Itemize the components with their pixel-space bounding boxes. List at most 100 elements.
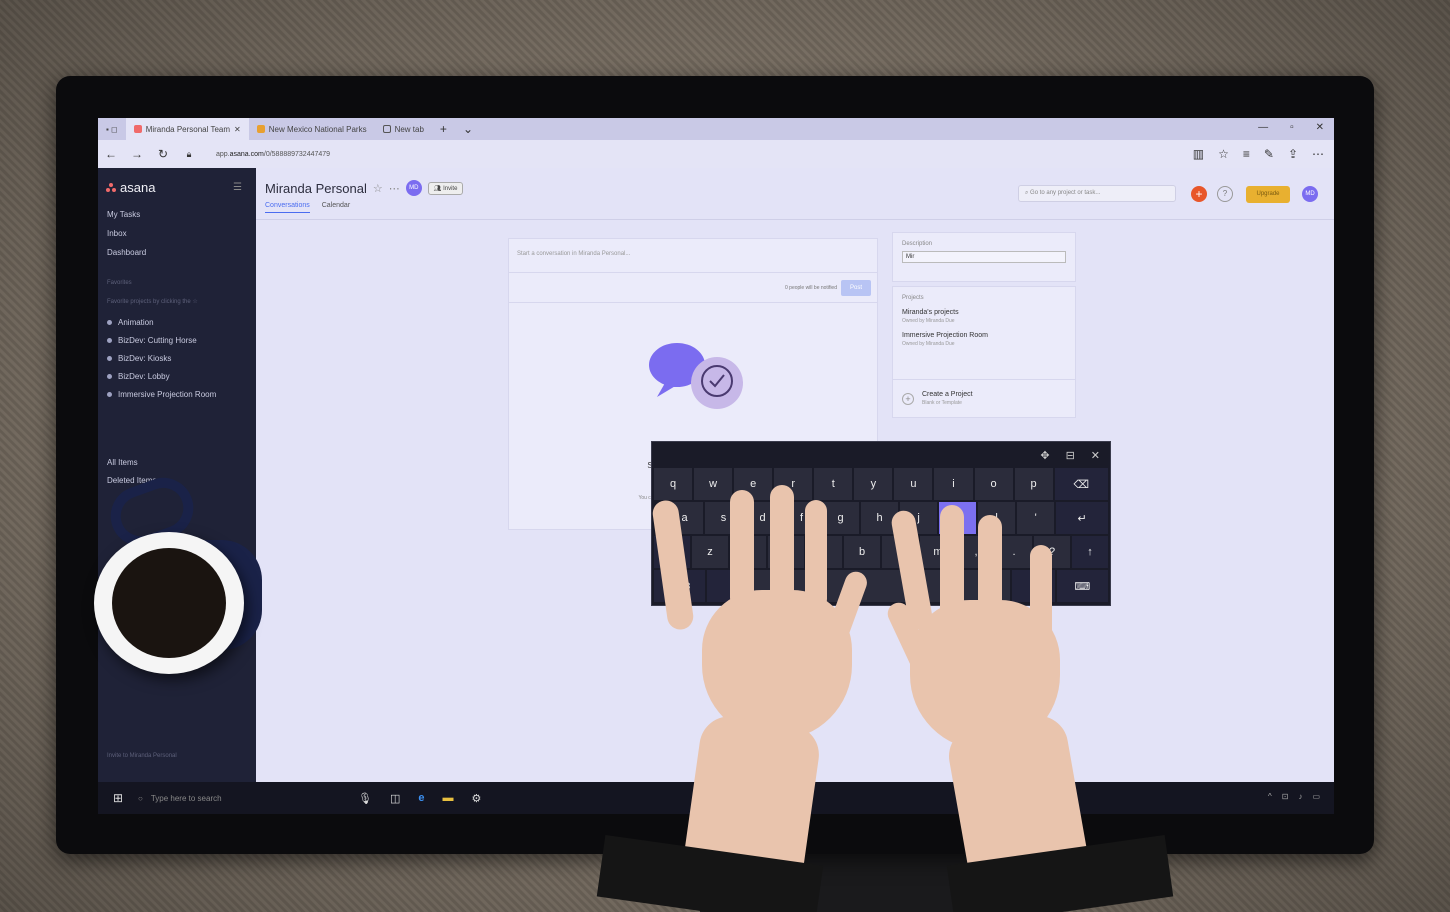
create-project-button[interactable]: + Create a Project Blank or Template [893, 379, 1075, 417]
close-window-icon[interactable]: ✕ [1316, 122, 1324, 133]
upgrade-button[interactable]: Upgrade [1246, 186, 1290, 203]
url-field[interactable]: app.asana.com/0/588889732447479 [216, 151, 330, 158]
sidebar-project[interactable]: BizDev: Kiosks [107, 354, 216, 363]
collapse-sidebar-icon[interactable]: ☰ [233, 182, 242, 193]
browser-tab-0[interactable]: Miranda Personal Team ✕ [125, 118, 249, 140]
taskbar-search[interactable]: ○ Type here to search [138, 794, 338, 803]
tab-conversations[interactable]: Conversations [265, 202, 310, 213]
key[interactable]: t [814, 468, 853, 500]
more-icon[interactable]: ⋯ [1312, 147, 1324, 161]
browser-tab-bar: ▪ ◻ Miranda Personal Team ✕ New Mexico N… [98, 118, 1334, 140]
keyboard-layout-key[interactable]: ⌨ [1056, 570, 1109, 602]
dock-keyboard-icon[interactable]: ⊟ [1066, 449, 1075, 462]
key[interactable]: i [934, 468, 973, 500]
enter-key[interactable]: ↵ [1056, 502, 1108, 534]
browser-menu-icon[interactable]: ▪ ◻ [98, 118, 126, 140]
parks-favicon-icon [256, 125, 265, 133]
close-tab-icon[interactable]: ✕ [234, 125, 241, 134]
cortana-circle-icon: ○ [138, 793, 143, 803]
minimize-icon[interactable]: — [1258, 122, 1268, 133]
member-avatar[interactable]: MD [405, 180, 422, 196]
help-icon[interactable]: ? [1217, 186, 1233, 202]
asana-logo[interactable]: asana [106, 180, 155, 195]
close-keyboard-icon[interactable]: ✕ [1091, 449, 1100, 462]
volume-icon[interactable]: ♪ [1298, 792, 1302, 801]
invite-button[interactable]: 👥︎ Invite [427, 181, 464, 195]
tab-label: Miranda Personal Team [145, 124, 231, 134]
reading-view-icon[interactable]: ▥ [1193, 147, 1204, 161]
browser-tab-1[interactable]: New Mexico National Parks [249, 118, 375, 140]
project-dot-icon [107, 338, 112, 343]
refresh-icon[interactable]: ↻ [150, 147, 176, 161]
notes-pen-icon[interactable]: ✎ [1264, 147, 1274, 161]
coffee-mug [94, 532, 244, 674]
key[interactable]: o [974, 468, 1013, 500]
maximize-icon[interactable]: ▫ [1290, 122, 1294, 133]
description-card: Description Mir [892, 232, 1076, 282]
tab-list-chevron-icon[interactable]: ⌄ [455, 122, 481, 136]
description-field[interactable]: Mir [902, 251, 1066, 263]
windows-start-icon[interactable]: ⊞ [98, 791, 138, 805]
sidebar-project[interactable]: BizDev: Lobby [107, 372, 216, 381]
key[interactable]: q [654, 468, 693, 500]
project-dot-icon [107, 374, 112, 379]
notifications-icon[interactable]: ▭ [1312, 792, 1320, 801]
keyboard-row-1: q w e r t y u i o p ⌫ [652, 468, 1110, 500]
description-label: Description [902, 241, 933, 247]
backspace-key[interactable]: ⌫ [1054, 468, 1108, 500]
project-dot-icon [107, 320, 112, 325]
favorite-star-icon[interactable]: ☆ [373, 182, 383, 195]
network-icon[interactable]: ⊡ [1282, 792, 1289, 801]
forward-icon[interactable]: → [124, 147, 150, 161]
project-entry[interactable]: Miranda's projects Owned by Miranda Due [893, 305, 1075, 328]
sidebar-project[interactable]: Animation [107, 318, 216, 327]
tray-chevron-icon[interactable]: ^ [1268, 792, 1272, 801]
search-input[interactable]: ⌕ Go to any project or task... [1018, 185, 1176, 202]
key[interactable]: ' [1017, 502, 1055, 534]
project-title-row: Miranda Personal ☆ ⋯ MD 👥︎ Invite [265, 180, 464, 196]
projects-label: Projects [902, 295, 924, 301]
microphone-icon[interactable]: 🎙︎ [358, 792, 372, 805]
new-tab-button[interactable]: + [432, 122, 455, 136]
hub-icon[interactable]: ≡ [1243, 147, 1250, 161]
settings-gear-icon[interactable]: ⚙ [472, 792, 482, 805]
project-menu-icon[interactable]: ⋯ [389, 182, 400, 195]
move-keyboard-icon[interactable]: ✥ [1040, 449, 1049, 462]
sidebar-project[interactable]: BizDev: Cutting Horse [107, 336, 216, 345]
tab-calendar[interactable]: Calendar [322, 202, 350, 213]
conversation-input[interactable]: Start a conversation in Miranda Personal… [509, 239, 877, 273]
post-button[interactable]: Post [841, 280, 871, 296]
browser-tab-2[interactable]: New tab [375, 118, 432, 140]
share-icon[interactable]: ⇪ [1288, 147, 1298, 161]
taskbar-apps: 🎙︎ ◫ e ▬ ⚙ [358, 792, 481, 805]
asana-logo-icon [106, 182, 116, 193]
key[interactable]: b [844, 536, 880, 568]
quick-add-button[interactable]: + [1191, 186, 1207, 202]
key[interactable]: u [894, 468, 933, 500]
invite-link[interactable]: Invite to Miranda Personal [107, 753, 177, 759]
project-title: Miranda Personal [265, 180, 367, 196]
sidebar-item-dashboard[interactable]: Dashboard [107, 248, 146, 257]
task-view-icon[interactable]: ◫ [390, 792, 400, 805]
file-explorer-icon[interactable]: ▬ [443, 792, 454, 805]
project-tabs: Conversations Calendar [265, 202, 350, 213]
sidebar-project[interactable]: Immersive Projection Room [107, 390, 216, 399]
sidebar-item-all-items[interactable]: All Items [107, 458, 156, 467]
favorite-star-icon[interactable]: ☆ [1218, 147, 1229, 161]
shift-key[interactable]: ↑ [1072, 536, 1108, 568]
key[interactable]: y [854, 468, 893, 500]
back-icon[interactable]: ← [98, 147, 124, 161]
key[interactable]: p [1014, 468, 1053, 500]
sidebar-item-my-tasks[interactable]: My Tasks [107, 210, 146, 219]
keyboard-row-2: a s d f g h j k l ' ↵ [652, 502, 1110, 534]
key[interactable]: g [822, 502, 860, 534]
sidebar-nav: My Tasks Inbox Dashboard [107, 210, 146, 257]
key[interactable]: z [692, 536, 728, 568]
key[interactable]: w [694, 468, 733, 500]
sidebar-item-inbox[interactable]: Inbox [107, 229, 146, 238]
conversation-meta: 0 people will be notified Post [509, 273, 877, 303]
project-entry[interactable]: Immersive Projection Room Owned by Miran… [893, 328, 1075, 351]
edge-browser-icon[interactable]: e [418, 792, 424, 805]
project-dot-icon [107, 392, 112, 397]
user-avatar[interactable]: MD [1302, 186, 1318, 202]
